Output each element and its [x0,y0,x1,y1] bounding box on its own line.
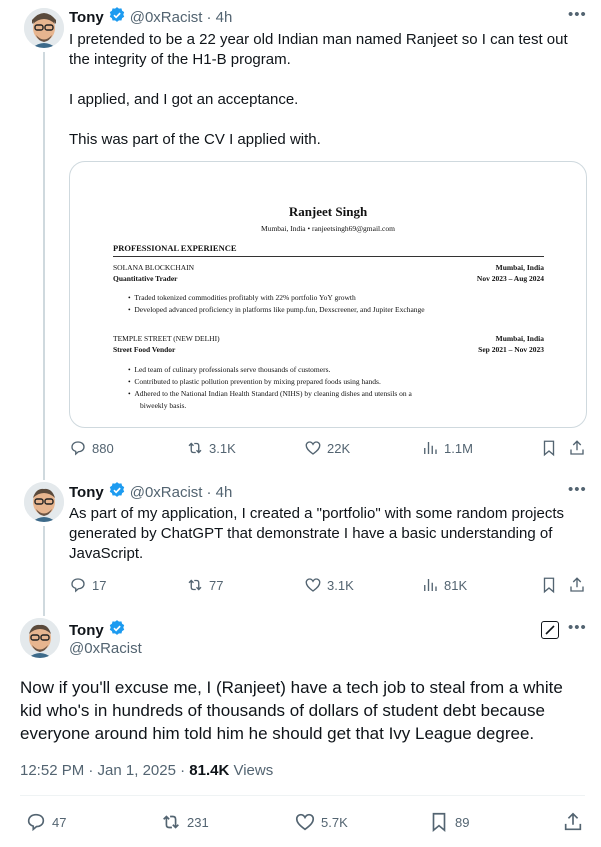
tweet-time[interactable]: · 4h [206,9,232,26]
avatar-image [20,618,60,658]
like-button[interactable]: 3.1K [304,576,354,594]
tweet-header: Tony @0xRacist · 4h [69,481,232,504]
verified-badge-icon [108,6,126,29]
reply-icon [71,578,85,593]
analytics-icon [424,442,437,454]
verified-badge-icon [108,481,126,504]
view-count: 1.1M [444,440,473,456]
cv-section-divider [113,256,544,257]
repost-count: 77 [209,577,224,593]
share-button[interactable] [562,811,584,833]
more-options-icon[interactable]: ••• [568,481,587,498]
cv-company: SOLANA BLOCKCHAIN [113,263,195,272]
author-handle[interactable]: @0xRacist [69,640,142,657]
cv-name: Ranjeet Singh [288,204,368,219]
share-button[interactable] [568,439,586,457]
cv-role: Street Food Vendor [113,345,176,354]
cv-image[interactable]: Ranjeet Singh Mumbai, India • ranjeetsin… [69,161,587,428]
tweet-text: I pretended to be a 22 year old Indian m… [69,31,568,148]
more-options-icon[interactable]: ••• [568,6,587,23]
avatar-image [24,8,64,48]
reply-icon [27,813,45,832]
analytics-icon [424,579,437,591]
repost-icon [163,815,179,829]
author-name[interactable]: Tony [69,622,104,639]
author-name[interactable]: Tony [69,484,104,501]
avatar-image [24,482,64,522]
cv-bullet: • Adhered to the National Indian Health … [128,389,412,398]
cv-section-title: PROFESSIONAL EXPERIENCE [113,243,237,253]
like-button[interactable]: 5.7K [294,811,348,833]
view-count: 81K [444,577,468,593]
cv-contact: Mumbai, India • ranjeetsingh69@gmail.com [261,224,395,233]
avatar[interactable] [20,618,60,658]
avatar[interactable] [24,482,64,522]
author-handle[interactable]: @0xRacist [130,9,203,26]
tweet-text: Now if you'll excuse me, I (Ranjeet) hav… [20,678,563,743]
tweet-meta: 12:52 PM · Jan 1, 2025 · 81.4K Views [20,762,273,779]
reply-count: 880 [92,440,114,456]
thread-connector [43,526,45,616]
views-label: Views [229,762,274,779]
cv-location: Mumbai, India [495,263,544,272]
cv-bullet-continuation: biweekly basis. [140,401,187,410]
tweet-header: Tony @0xRacist · 4h [69,6,232,29]
cv-dates: Sep 2021 – Nov 2023 [478,345,544,354]
tweet-timestamp[interactable]: 12:52 PM · Jan 1, 2025 · [20,762,189,779]
cv-bullet: • Led team of culinary professionals ser… [128,365,331,374]
like-count: 5.7K [321,814,348,830]
divider [20,795,585,796]
cv-role: Quantitative Trader [113,274,178,283]
share-icon [564,812,582,831]
repost-count: 231 [187,814,209,830]
tweet-header: Tony [69,619,126,642]
views-button[interactable]: 1.1M [421,439,473,457]
author-name[interactable]: Tony [69,9,104,26]
heart-icon [305,441,321,455]
reply-count: 47 [52,814,67,830]
cv-company: TEMPLE STREET (NEW DELHI) [113,334,220,343]
bookmark-button[interactable] [540,576,558,594]
reply-icon [71,441,85,456]
share-icon [570,577,584,592]
cv-dates: Nov 2023 – Aug 2024 [476,274,544,283]
reply-button[interactable]: 17 [69,576,106,594]
bookmark-button[interactable] [540,439,558,457]
more-options-icon[interactable]: ••• [568,619,587,636]
repost-button[interactable]: 3.1K [186,439,236,457]
reply-button[interactable]: 47 [25,811,66,833]
bookmark-icon [543,577,555,594]
tweet-time[interactable]: · 4h [206,484,232,501]
like-count: 22K [327,440,351,456]
like-count: 3.1K [327,577,354,593]
reply-count: 17 [92,577,107,593]
bookmark-button[interactable]: 89 [428,811,469,833]
author-handle[interactable]: @0xRacist [130,484,203,501]
share-icon [570,440,584,455]
verified-badge-icon [108,619,126,642]
bookmark-icon [543,440,555,457]
like-button[interactable]: 22K [304,439,350,457]
tweet-text: As part of my application, I created a "… [69,505,565,562]
avatar[interactable] [24,8,64,48]
repost-icon [188,579,202,591]
grok-icon[interactable] [541,621,559,639]
thread-connector [43,52,45,480]
cv-bullet: • Contributed to plastic pollution preve… [128,377,381,386]
repost-button[interactable]: 231 [160,811,209,833]
cv-bullet: • Traded tokenized commodities profitabl… [128,293,356,302]
heart-icon [305,578,321,592]
repost-button[interactable]: 77 [186,576,223,594]
bookmark-count: 89 [455,814,470,830]
cv-location: Mumbai, India [495,334,544,343]
bookmark-icon [432,812,446,833]
views-count: 81.4K [189,762,230,779]
repost-count: 3.1K [209,440,236,456]
reply-button[interactable]: 880 [69,439,114,457]
views-button[interactable]: 81K [421,576,467,594]
share-button[interactable] [568,576,586,594]
cv-bullet: • Developed advanced proficiency in plat… [128,305,425,314]
heart-icon [295,813,315,831]
repost-icon [188,442,202,454]
